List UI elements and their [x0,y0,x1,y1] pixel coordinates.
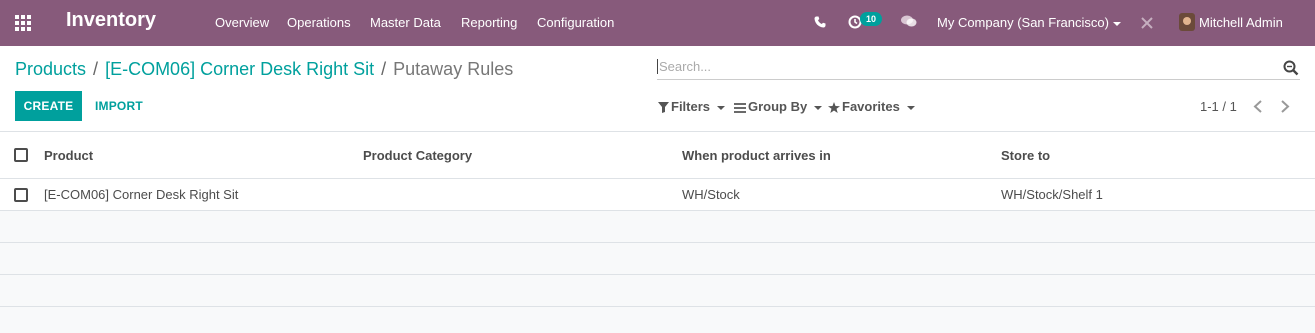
menu-item-reporting[interactable]: Reporting [461,15,517,30]
breadcrumb-products[interactable]: Products [15,59,86,79]
list-header: Product Product Category When product ar… [0,131,1315,179]
cell-arrives-in: WH/Stock [682,187,740,202]
company-name: My Company (San Francisco) [937,15,1109,30]
group-by-dropdown[interactable]: Group By [734,99,823,114]
menu-item-overview[interactable]: Overview [215,15,269,30]
create-button[interactable]: CREATE [15,91,82,121]
user-name: Mitchell Admin [1199,15,1283,30]
group-by-label: Group By [748,99,808,114]
menu-item-configuration[interactable]: Configuration [537,15,614,30]
menu-item-master-data[interactable]: Master Data [370,15,441,30]
favorites-label: Favorites [842,99,900,114]
breadcrumb-separator: / [93,59,99,79]
search-icon[interactable] [1283,60,1299,76]
cell-store-to: WH/Stock/Shelf 1 [1001,187,1103,202]
breadcrumb-separator: / [381,59,387,79]
chevron-down-icon [717,105,726,110]
table-row[interactable]: [E-COM06] Corner Desk Right Sit WH/Stock… [0,179,1315,211]
chat-icon[interactable] [901,15,917,28]
activity-count-badge: 10 [860,12,882,26]
favorites-dropdown[interactable]: Favorites [828,99,915,114]
phone-icon[interactable] [814,16,826,28]
chevron-right-icon[interactable] [1280,100,1290,113]
column-header-product[interactable]: Product [44,148,93,163]
star-icon [828,102,840,113]
breadcrumb: Products / [E-COM06] Corner Desk Right Sit… [15,59,513,80]
menu-item-operations[interactable]: Operations [287,15,351,30]
column-header-product-category[interactable]: Product Category [363,148,472,163]
empty-row [0,275,1315,307]
chevron-down-icon [814,105,823,110]
filter-icon [658,102,669,113]
company-switcher[interactable]: My Company (San Francisco) [937,15,1121,30]
chevron-down-icon [1112,21,1121,26]
debug-close-icon[interactable] [1141,17,1153,29]
row-checkbox[interactable] [14,188,28,202]
import-button[interactable]: IMPORT [95,99,143,113]
app-name[interactable]: Inventory [66,9,156,32]
empty-row [0,243,1315,275]
breadcrumb-product[interactable]: [E-COM06] Corner Desk Right Sit [105,59,374,79]
search-input[interactable] [657,59,1257,74]
list-icon [734,103,746,113]
chevron-left-icon[interactable] [1253,100,1263,113]
chevron-down-icon [906,105,915,110]
top-navbar: Inventory Overview Operations Master Dat… [0,0,1315,46]
column-header-store-to[interactable]: Store to [1001,148,1050,163]
search-bar [657,56,1300,80]
filters-dropdown[interactable]: Filters [658,99,726,114]
empty-row [0,307,1315,333]
avatar [1179,13,1195,31]
column-header-arrives-in[interactable]: When product arrives in [682,148,831,163]
empty-row [0,211,1315,243]
select-all-checkbox[interactable] [14,148,28,162]
page-title: Putaway Rules [393,59,514,79]
apps-menu-icon[interactable] [15,15,33,31]
cell-product: [E-COM06] Corner Desk Right Sit [44,187,239,202]
pager-value[interactable]: 1-1 / 1 [1200,99,1237,114]
filters-label: Filters [671,99,711,114]
